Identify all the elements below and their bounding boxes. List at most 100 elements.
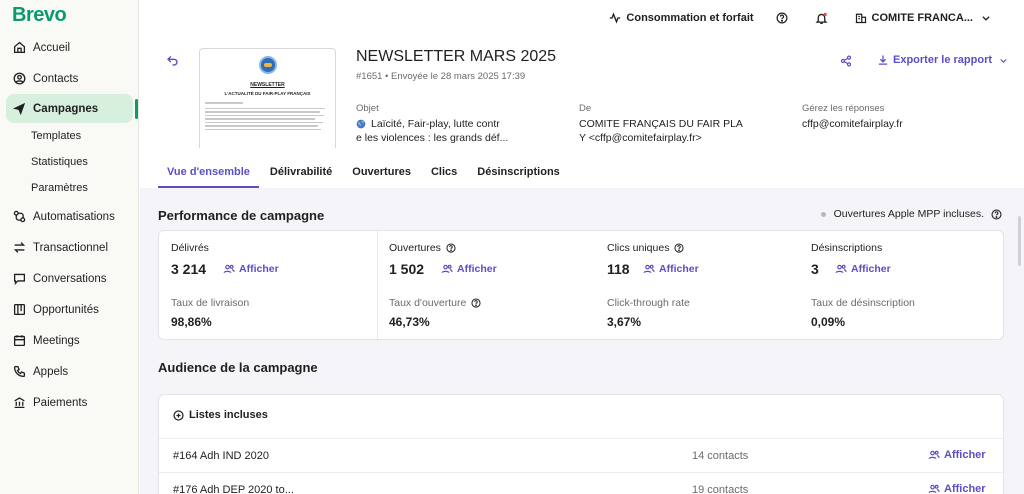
sender-line-1: COMITE FRANÇAIS DU FAIR PLA <box>579 118 743 130</box>
home-icon <box>12 41 26 55</box>
back-icon[interactable] <box>166 54 179 72</box>
contacts-icon <box>12 72 26 86</box>
help-icon[interactable] <box>471 298 481 308</box>
preview-title: NEWSLETTER <box>250 82 285 88</box>
afficher-desinscriptions-button[interactable]: Afficher <box>835 263 891 275</box>
list-item: #164 Adh IND 2020 14 contacts Afficher <box>159 438 1005 472</box>
audience-card: Listes incluses #164 Adh IND 2020 14 con… <box>158 394 1005 494</box>
plus-circle-icon <box>173 409 184 421</box>
sidebar-nav: Accueil Contacts Campagnes Templates Sta… <box>0 32 139 418</box>
usage-label: Consommation et forfait <box>626 12 754 24</box>
tab-desinscriptions[interactable]: Désinscriptions <box>468 160 569 188</box>
afficher-label: Afficher <box>944 449 986 461</box>
chat-icon <box>12 272 26 286</box>
afficher-label: Afficher <box>851 263 891 275</box>
help-icon[interactable] <box>674 243 685 253</box>
notifications-button[interactable] <box>815 12 833 25</box>
afficher-ouvertures-button[interactable]: Afficher <box>441 263 497 275</box>
afficher-delivres-button[interactable]: Afficher <box>223 263 279 275</box>
email-preview-thumbnail[interactable]: NEWSLETTER L'ACTUALITÉ DU FAIR-PLAY FRAN… <box>199 48 336 148</box>
sidebar-subitem-parametres[interactable]: Paramètres <box>0 175 139 201</box>
sidebar-subitem-templates[interactable]: Templates <box>0 123 139 149</box>
sidebar-item-conversations[interactable]: Conversations <box>0 263 139 294</box>
afficher-list-button[interactable]: Afficher <box>928 449 986 461</box>
stat-value: 3 214 <box>171 261 207 277</box>
objet-line-1: Laïcité, Fair-play, lutte contr <box>371 118 500 130</box>
stat-label: Clics uniques <box>607 242 685 254</box>
users-icon <box>441 264 453 274</box>
share-icon[interactable] <box>840 54 852 72</box>
users-icon <box>928 450 940 460</box>
help-icon[interactable] <box>991 208 1002 220</box>
export-report-button[interactable]: Exporter le rapport <box>877 54 1012 66</box>
sidebar-item-label: Accueil <box>33 41 71 54</box>
sender-label: De <box>579 103 592 114</box>
stat-label: Désinscriptions <box>811 242 883 254</box>
help-icon[interactable] <box>446 243 456 253</box>
tab-delivrabilite[interactable]: Délivrabilité <box>261 160 341 188</box>
stat-sublabel: Taux de livraison <box>171 297 250 309</box>
tab-vue-ensemble[interactable]: Vue d'ensemble <box>158 160 259 188</box>
chevron-down-icon <box>982 16 990 21</box>
fairplay-logo <box>258 56 277 74</box>
help-button[interactable] <box>776 12 793 24</box>
included-lists-header[interactable]: Listes incluses <box>173 409 268 421</box>
active-indicator <box>135 99 138 119</box>
stat-desinscriptions: Désinscriptions 3 Afficher Taux de désin… <box>799 231 1003 341</box>
performance-card: Délivrés 3 214 Afficher Taux de livraiso… <box>158 230 1004 341</box>
sidebar-item-paiements[interactable]: Paiements <box>0 387 139 418</box>
tab-ouvertures[interactable]: Ouvertures <box>343 160 420 188</box>
afficher-list-button[interactable]: Afficher <box>928 483 986 494</box>
sidebar-item-meetings[interactable]: Meetings <box>0 325 139 356</box>
stat-label-text: Ouvertures <box>389 242 441 254</box>
download-icon <box>878 55 888 65</box>
sidebar-item-label: Paiements <box>33 396 88 409</box>
scrollbar-thumb[interactable] <box>1018 216 1021 266</box>
stat-value: 118 <box>607 261 630 277</box>
performance-title: Performance de campagne <box>158 208 325 223</box>
sidebar-item-accueil[interactable]: Accueil <box>0 32 139 63</box>
users-icon <box>928 484 940 494</box>
list-count: 14 contacts <box>692 450 749 462</box>
sidebar-item-automatisations[interactable]: Automatisations <box>0 201 139 232</box>
mpp-note: Ouvertures Apple MPP incluses. <box>820 208 1002 220</box>
users-icon <box>223 264 235 274</box>
bell-icon <box>815 12 828 24</box>
automation-icon <box>12 210 26 224</box>
sidebar-item-contacts[interactable]: Contacts <box>0 63 139 94</box>
chevron-down-icon <box>1000 58 1007 63</box>
list-item: #176 Adh DEP 2020 to... 19 contacts Affi… <box>159 472 1005 494</box>
sidebar-item-transactionnel[interactable]: Transactionnel <box>0 232 139 263</box>
phone-icon <box>12 365 26 379</box>
sidebar-item-appels[interactable]: Appels <box>0 356 139 387</box>
sidebar-item-label: Transactionnel <box>33 241 109 254</box>
campaign-title: NEWSLETTER MARS 2025 <box>356 48 557 65</box>
list-name: #176 Adh DEP 2020 to... <box>173 484 294 494</box>
stat-label-text: Clics uniques <box>607 242 670 254</box>
users-icon <box>835 264 847 274</box>
afficher-clics-button[interactable]: Afficher <box>643 263 699 275</box>
stat-sublabel: Taux de désinscription <box>811 297 915 309</box>
top-bar: Consommation et forfait COMITE FRANCA... <box>140 0 1024 36</box>
tab-clics[interactable]: Clics <box>422 160 466 188</box>
sidebar-item-opportunites[interactable]: Opportunités <box>0 294 139 325</box>
brevo-logo[interactable]: Brevo <box>12 4 67 27</box>
tab-bar: Vue d'ensemble Délivrabilité Ouvertures … <box>158 160 571 188</box>
campaign-meta: #1651 • Envoyée le 28 mars 2025 17:39 <box>356 71 526 82</box>
stat-subvalue: 0,09% <box>811 315 846 329</box>
sidebar-subitem-statistiques[interactable]: Statistiques <box>0 149 139 175</box>
transfer-icon <box>12 241 26 255</box>
help-icon <box>776 12 788 24</box>
board-icon <box>12 303 26 317</box>
account-menu[interactable]: COMITE FRANCA... <box>855 12 996 24</box>
usage-button[interactable]: Consommation et forfait <box>609 12 754 24</box>
reply-value: cffp@comitefairplay.fr <box>802 118 903 130</box>
activity-icon <box>610 12 621 24</box>
stat-value: 3 <box>811 261 819 277</box>
stat-subvalue: 46,73% <box>389 315 430 329</box>
sidebar-item-label: Automatisations <box>33 210 115 223</box>
export-label: Exporter le rapport <box>893 54 993 66</box>
sidebar-item-campagnes[interactable]: Campagnes <box>6 94 133 123</box>
stat-delivres: Délivrés 3 214 Afficher Taux de livraiso… <box>159 231 377 341</box>
info-dot <box>820 211 826 217</box>
